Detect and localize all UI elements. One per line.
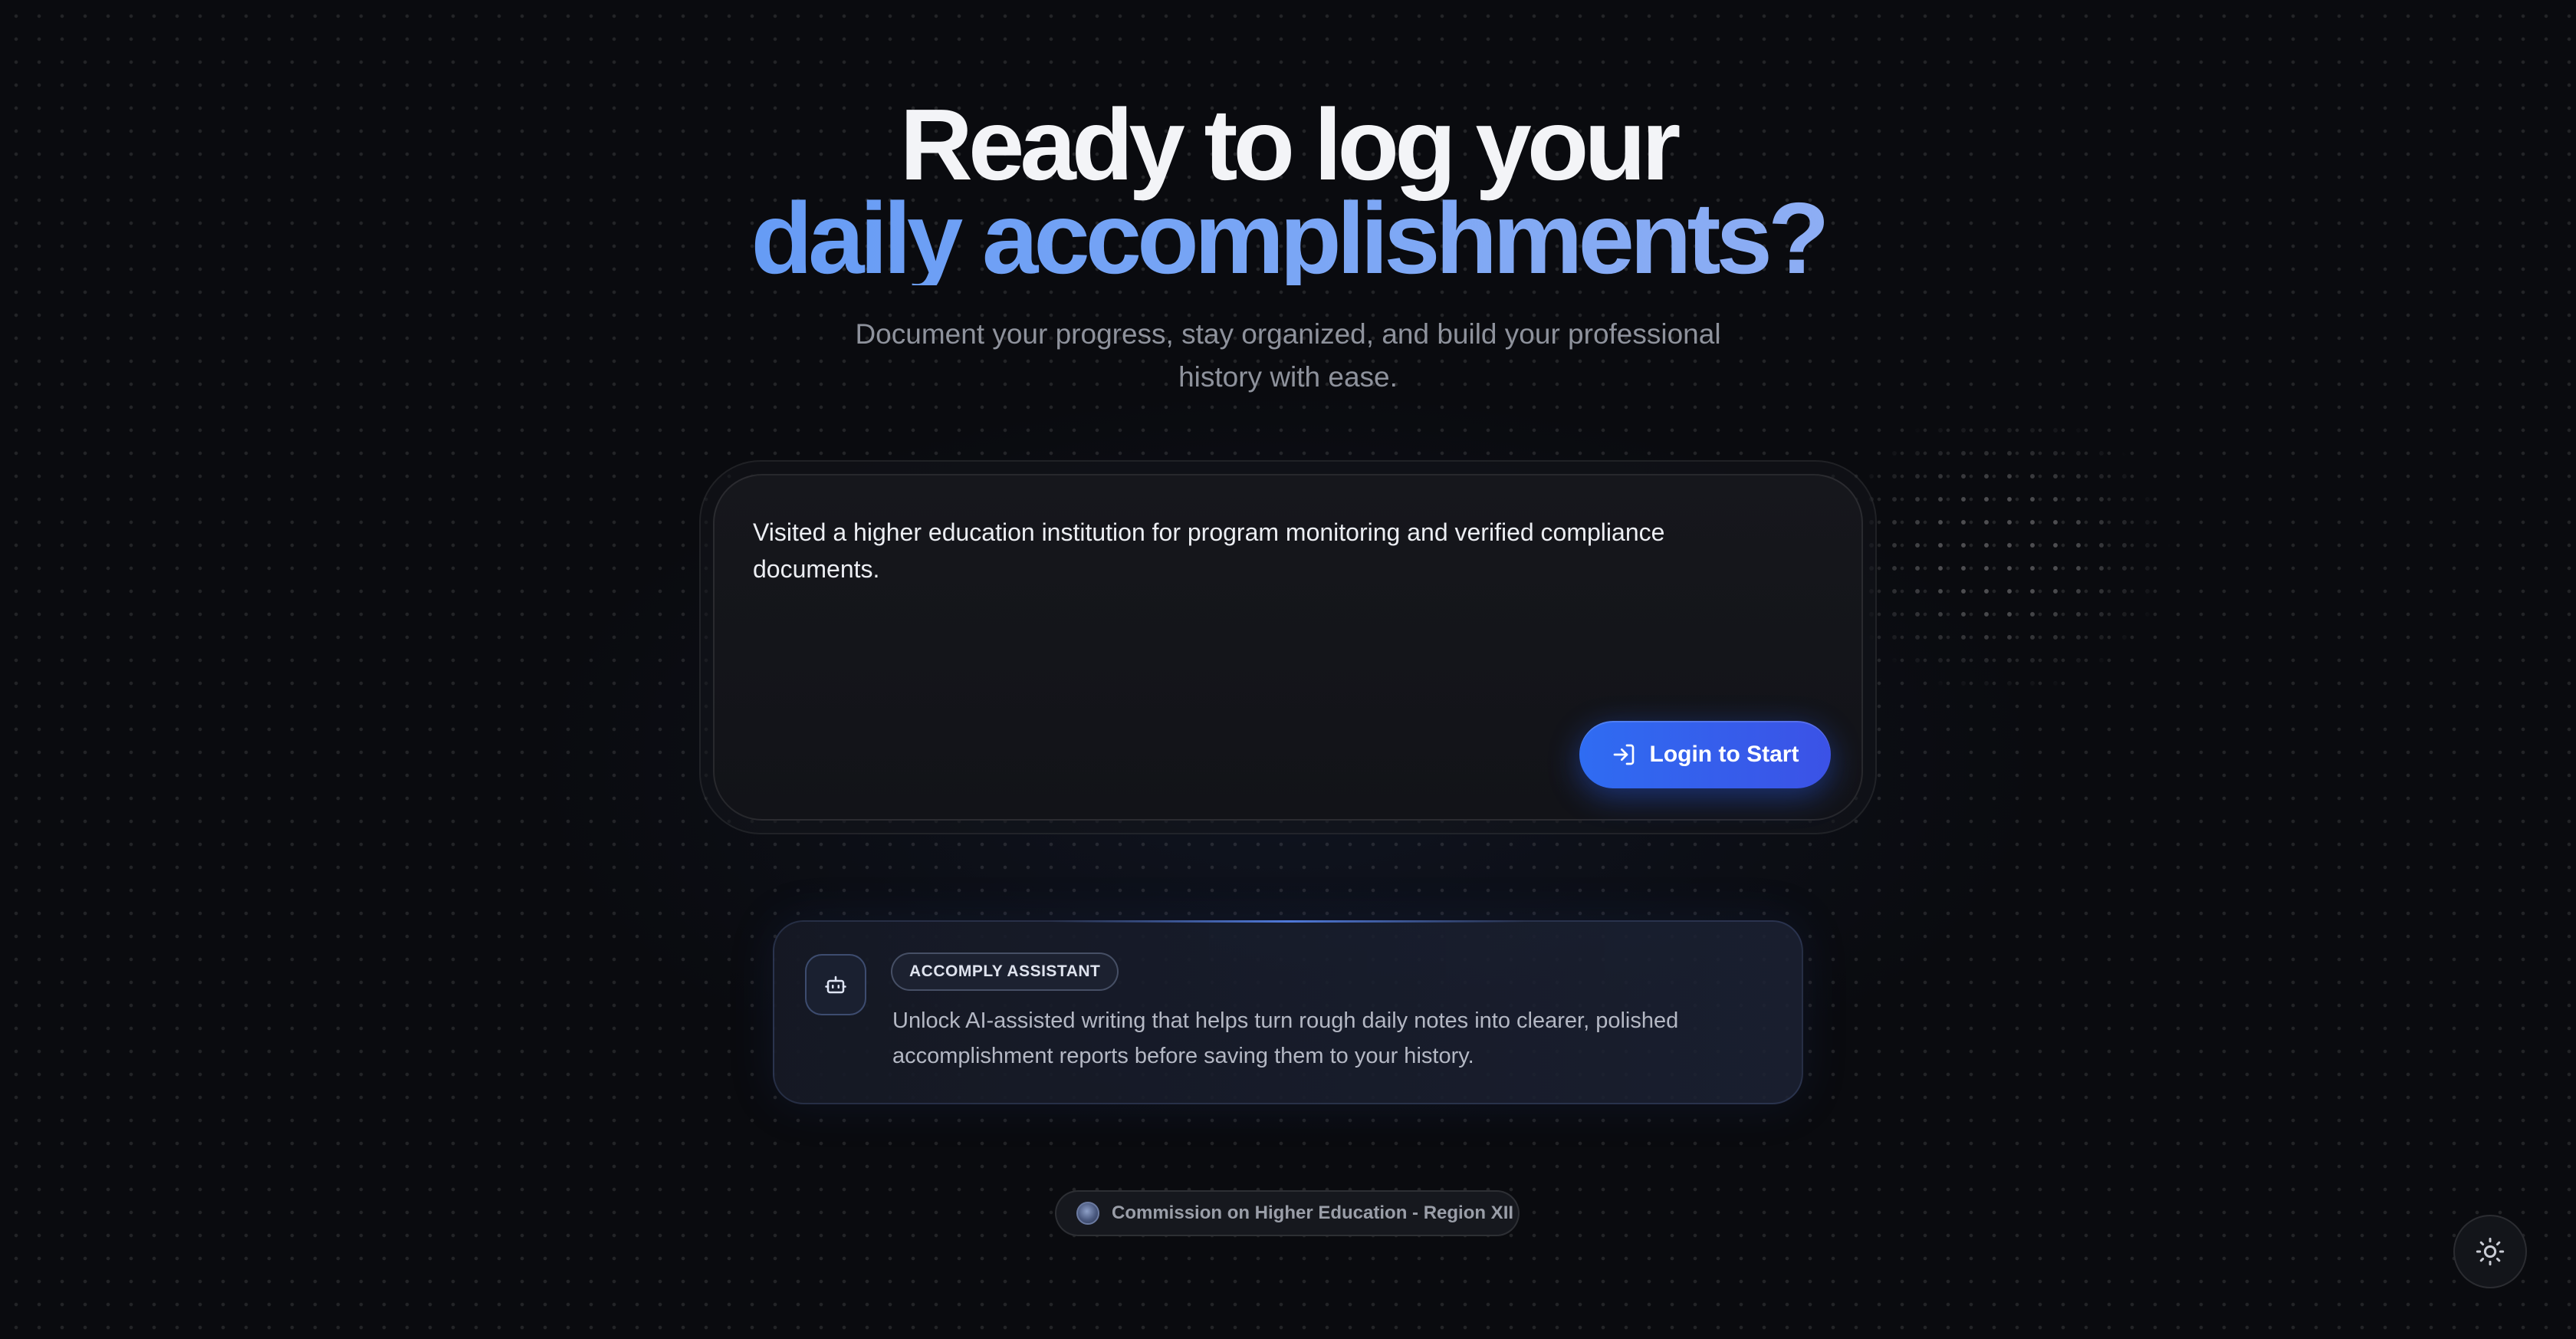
assistant-badge: ACCOMPLY ASSISTANT [891,952,1119,991]
hero-title-line2: daily accomplishments? [0,188,2576,289]
login-button-label: Login to Start [1649,742,1799,767]
hero-title-line1: Ready to log your [899,88,1681,201]
seal-logo [1076,1202,1099,1225]
theme-toggle-button[interactable] [2453,1215,2527,1288]
landing-page: Ready to log your daily accomplishments?… [0,0,2576,1339]
assistant-info-card: ACCOMPLY ASSISTANT Unlock AI-assisted wr… [773,920,1803,1104]
login-arrow-icon [1613,744,1634,765]
sun-icon [2476,1237,2505,1266]
composer-text[interactable]: Visited a higher education institution f… [753,514,1780,587]
organization-pill: Commission on Higher Education - Region … [1055,1190,1520,1236]
bot-icon [805,954,866,1015]
hero-heading: Ready to log your daily accomplishments? [0,88,2576,289]
hero-subtitle: Document your progress, stay organized, … [855,318,1721,393]
login-to-start-button[interactable]: Login to Start [1579,721,1831,788]
organization-name: Commission on Higher Education - Region … [1112,1202,1514,1223]
composer-input-area[interactable]: Visited a higher education institution f… [713,474,1863,821]
composer-card: Visited a higher education institution f… [699,460,1877,834]
assistant-description: Unlock AI-assisted writing that helps tu… [892,1008,1679,1068]
